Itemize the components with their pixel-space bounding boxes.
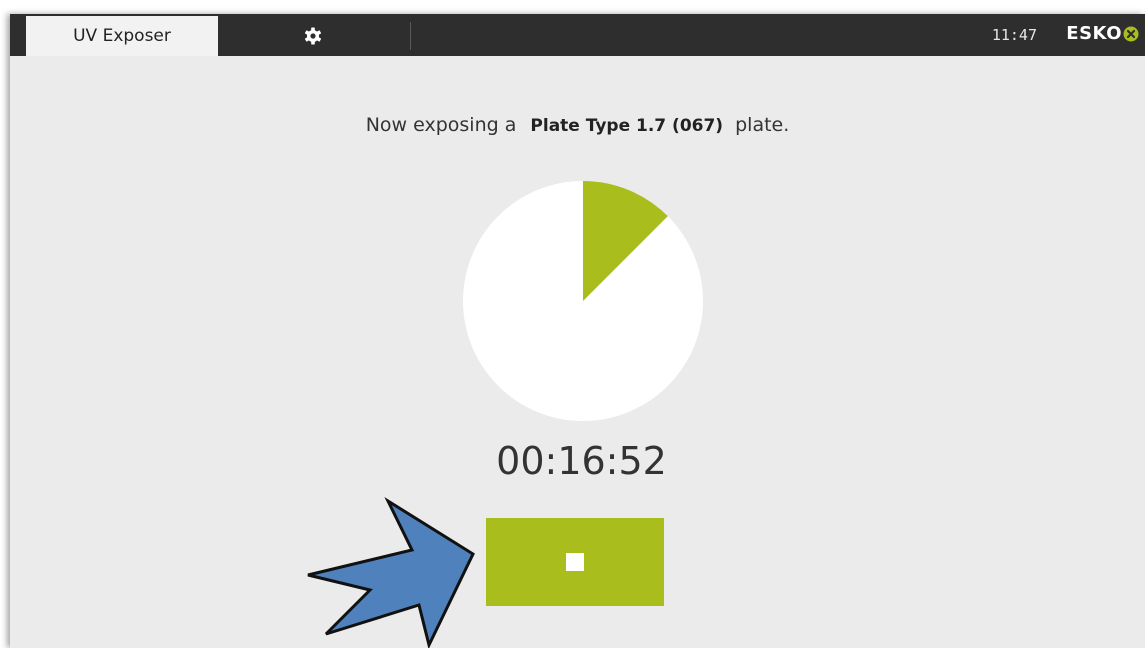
plate-type: Plate Type 1.7 (067) (530, 116, 724, 136)
logo-text: ESKO (1066, 23, 1122, 44)
uv-exposer-window: UV Exposer 11:47 ESKO Now exposing a Pla… (10, 14, 1145, 648)
stop-button[interactable] (486, 518, 664, 606)
tab-label: UV Exposer (73, 26, 171, 46)
exposure-message: Now exposing a Plate Type 1.7 (067) plat… (10, 114, 1145, 136)
progress-pie (463, 181, 703, 421)
countdown-timer: 00:16:52 (496, 439, 667, 483)
clock: 11:47 (991, 26, 1037, 44)
gear-icon (304, 27, 322, 45)
message-prefix: Now exposing a (365, 114, 517, 136)
settings-button[interactable] (302, 25, 324, 47)
top-bar: UV Exposer 11:47 ESKO (10, 14, 1145, 56)
stop-icon (566, 553, 584, 571)
logo-mark-icon (1123, 26, 1139, 41)
tab-uv-exposer[interactable]: UV Exposer (26, 16, 218, 56)
esko-logo: ESKO (1066, 23, 1139, 44)
message-suffix: plate. (735, 114, 790, 136)
toolbar-divider (410, 22, 411, 50)
